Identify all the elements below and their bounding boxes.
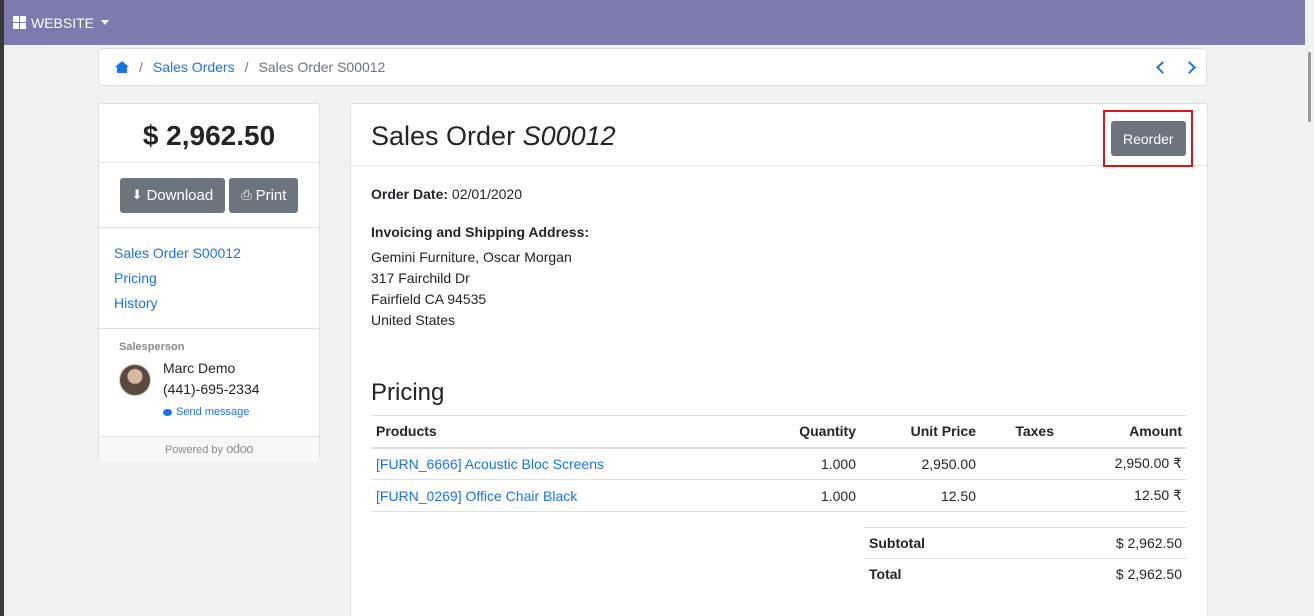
- download-button[interactable]: ⬇ Download: [119, 177, 226, 213]
- order-sidebar: $ 2,962.50 ⬇ Download ⎙ Print Sales Orde…: [98, 103, 320, 462]
- powered-by-label: Powered by: [164, 444, 224, 456]
- order-number: S00012: [522, 121, 616, 151]
- chevron-right-icon: [1183, 61, 1196, 74]
- chevron-down-icon[interactable]: [101, 20, 110, 25]
- send-message-link[interactable]: Send message: [163, 402, 260, 423]
- salesperson-phone: (441)-695-2334: [163, 381, 260, 397]
- address-line: 317 Fairchild Dr: [371, 270, 470, 286]
- salesperson-card: Salesperson Marc Demo (441)-695-2334 Sen…: [99, 329, 319, 437]
- total-label: Total: [869, 566, 902, 582]
- row-amount: 2,950.00 ₹: [1059, 447, 1187, 480]
- sidebar-nav: Sales Order S00012 Pricing History: [99, 228, 319, 329]
- row-unit-price: 12.50: [861, 479, 981, 512]
- order-panel: Sales Order S00012 Reorder Order Date: 0…: [350, 103, 1208, 616]
- column-unit-price: Unit Price: [861, 415, 981, 449]
- column-taxes: Taxes: [981, 415, 1059, 449]
- page-title: Sales Order S00012: [371, 121, 616, 152]
- order-header: Sales Order S00012 Reorder: [351, 104, 1207, 167]
- print-icon: ⎙: [241, 187, 252, 202]
- record-pager: [1156, 57, 1196, 75]
- subtotal-row: Subtotal $ 2,962.50: [864, 527, 1187, 558]
- chevron-left-icon: [1156, 61, 1169, 74]
- address-block: Invoicing and Shipping Address: Gemini F…: [371, 222, 1187, 331]
- title-prefix: Sales Order: [371, 121, 516, 151]
- window-edge: [0, 0, 4, 616]
- row-taxes: [981, 479, 1059, 512]
- download-label: Download: [146, 186, 214, 204]
- avatar: [119, 364, 151, 396]
- scrollbar-thumb[interactable]: [1308, 52, 1311, 122]
- subtotal-label: Subtotal: [869, 535, 925, 551]
- subtotal-value: $ 2,962.50: [1115, 535, 1182, 551]
- address-line: Gemini Furniture, Oscar Morgan: [371, 249, 572, 265]
- sidebar-link-history[interactable]: History: [114, 291, 304, 316]
- total-row: Total $ 2,962.50: [864, 558, 1187, 589]
- apps-grid-icon[interactable]: [13, 16, 26, 29]
- home-icon[interactable]: [115, 61, 129, 73]
- sidebar-link-sales-order[interactable]: Sales Order S00012: [114, 241, 304, 266]
- powered-by: Powered by odoo: [99, 437, 319, 462]
- table-row: [FURN_0269] Office Chair Black 1.000 12.…: [371, 479, 1187, 512]
- scrollbar-track[interactable]: [1305, 45, 1314, 616]
- row-unit-price: 2,950.00: [861, 447, 981, 480]
- pricing-heading: Pricing: [371, 379, 445, 406]
- reorder-button[interactable]: Reorder: [1111, 121, 1186, 156]
- row-taxes: [981, 447, 1059, 480]
- reorder-highlight: Reorder: [1103, 110, 1193, 167]
- row-quantity: 1.000: [741, 447, 861, 480]
- row-quantity: 1.000: [741, 479, 861, 512]
- salesperson-label: Salesperson: [119, 341, 185, 353]
- address-label: Invoicing and Shipping Address:: [371, 224, 590, 240]
- table-header-row: Products Quantity Unit Price Taxes Amoun…: [371, 415, 1187, 449]
- totals-block: Subtotal $ 2,962.50 Total $ 2,962.50: [864, 527, 1187, 589]
- website-menu[interactable]: WEBSITE: [31, 15, 94, 31]
- download-icon: ⬇: [131, 187, 143, 202]
- pricing-table: Products Quantity Unit Price Taxes Amoun…: [371, 415, 1187, 512]
- sidebar-link-pricing[interactable]: Pricing: [114, 266, 304, 291]
- order-amount: $ 2,962.50: [99, 104, 319, 163]
- column-products: Products: [371, 415, 741, 449]
- order-date-label: Order Date:: [371, 186, 449, 202]
- order-date-value: 02/01/2020: [451, 186, 522, 202]
- chat-bubble-icon: [163, 409, 172, 416]
- breadcrumb-separator: /: [139, 59, 143, 75]
- breadcrumb: / Sales Orders / Sales Order S00012: [98, 48, 1207, 86]
- previous-record-button[interactable]: [1156, 57, 1169, 75]
- row-amount: 12.50 ₹: [1059, 479, 1187, 512]
- column-quantity: Quantity: [741, 415, 861, 449]
- address-line: Fairfield CA 94535: [371, 291, 487, 307]
- table-row: [FURN_6666] Acoustic Bloc Screens 1.000 …: [371, 447, 1187, 480]
- product-link[interactable]: [FURN_0269] Office Chair Black: [376, 488, 577, 504]
- order-date-line: Order Date: 02/01/2020: [371, 186, 1187, 202]
- address-line: United States: [371, 312, 456, 328]
- breadcrumb-sales-orders[interactable]: Sales Orders: [153, 59, 235, 75]
- column-amount: Amount: [1059, 415, 1187, 449]
- send-message-label: Send message: [176, 406, 250, 418]
- salesperson-name: Marc Demo: [163, 360, 236, 376]
- next-record-button[interactable]: [1183, 57, 1196, 75]
- breadcrumb-separator: /: [244, 59, 249, 75]
- order-body: Order Date: 02/01/2020 Invoicing and Shi…: [351, 166, 1207, 589]
- top-navbar: WEBSITE: [4, 0, 1305, 45]
- product-link[interactable]: [FURN_6666] Acoustic Bloc Screens: [376, 456, 604, 472]
- print-button[interactable]: ⎙ Print: [229, 177, 299, 213]
- print-label: Print: [255, 186, 287, 204]
- sidebar-actions: ⬇ Download ⎙ Print: [99, 163, 319, 228]
- breadcrumb-current: Sales Order S00012: [258, 59, 386, 75]
- odoo-logo[interactable]: odoo: [226, 441, 253, 456]
- total-value: $ 2,962.50: [1115, 566, 1182, 582]
